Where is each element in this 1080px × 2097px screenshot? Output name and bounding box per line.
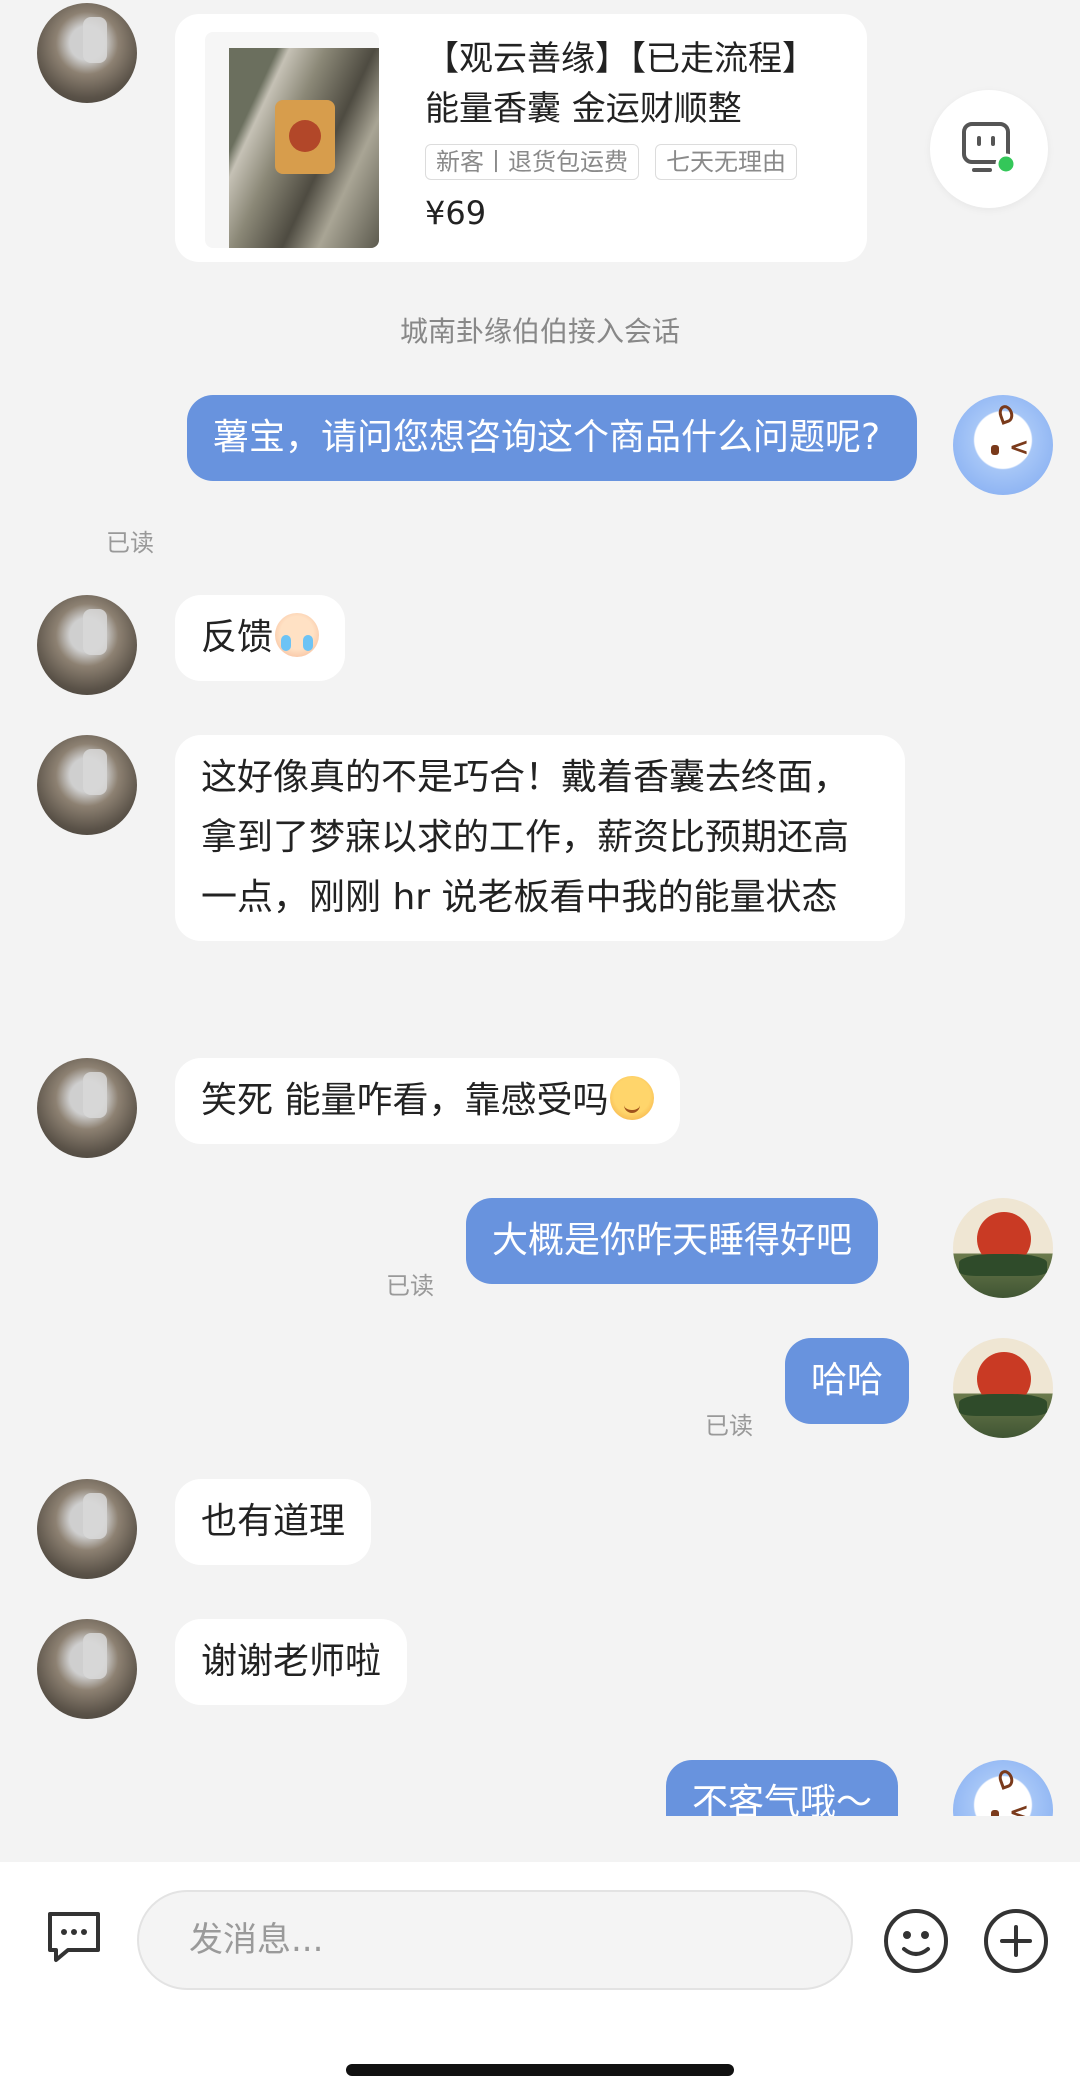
bot-avatar[interactable] [953, 1760, 1053, 1816]
bot-avatar[interactable] [953, 395, 1053, 495]
message-bubble-outgoing[interactable]: 哈哈 [785, 1338, 910, 1424]
customer-service-icon [962, 122, 1017, 175]
message-bubble-outgoing[interactable]: 大概是你昨天睡得好吧 [466, 1198, 879, 1284]
product-tag: 七天无理由 [655, 144, 797, 180]
message-bubble-outgoing[interactable]: 薯宝，请问您想咨询这个商品什么问题呢? [187, 395, 917, 481]
agent-avatar[interactable] [953, 1338, 1053, 1438]
user-avatar[interactable] [37, 1479, 137, 1579]
message-bubble-incoming[interactable]: 也有道理 [175, 1479, 372, 1565]
product-price: ¥69 [425, 194, 487, 232]
emoji-icon[interactable] [882, 1907, 950, 1975]
user-avatar[interactable] [37, 735, 137, 835]
product-tag: 新客丨退货包运费 [425, 144, 639, 180]
product-title: 【观云善缘】【已走流程】能量香囊 金运财顺整 [425, 39, 816, 129]
user-avatar[interactable] [37, 595, 137, 695]
message-bubble-incoming[interactable]: 这好像真的不是巧合！戴着香囊去终面，拿到了梦寐以求的工作，薪资比预期还高一点，刚… [175, 735, 905, 941]
message-bubble-incoming[interactable]: 谢谢老师啦 [175, 1619, 408, 1705]
read-status: 已读 [705, 1412, 753, 1440]
read-status: 已读 [106, 529, 154, 557]
message-text: 笑死 能量咋看，靠感受吗 [201, 1080, 609, 1121]
message-composer: 发消息... [0, 1862, 1080, 2097]
customer-service-button[interactable] [930, 90, 1048, 208]
message-icon[interactable] [44, 1906, 104, 1966]
message-bubble-incoming[interactable]: 反馈 [175, 595, 346, 681]
product-image [205, 32, 379, 248]
user-avatar[interactable] [37, 1619, 137, 1719]
user-avatar[interactable] [37, 1058, 137, 1158]
product-card[interactable]: 【观云善缘】【已走流程】能量香囊 金运财顺整 新客丨退货包运费 七天无理由 ¥6… [175, 14, 867, 262]
message-text: 反馈 [201, 617, 274, 658]
chat-area[interactable]: 【观云善缘】【已走流程】能量香囊 金运财顺整 新客丨退货包运费 七天无理由 ¥6… [0, 0, 1080, 1816]
message-input[interactable]: 发消息... [137, 1890, 853, 1990]
message-bubble-outgoing[interactable]: 不客气哦～ [666, 1760, 899, 1816]
home-indicator [346, 2064, 734, 2076]
crying-emoji-icon [275, 613, 320, 657]
plus-icon[interactable] [982, 1907, 1050, 1975]
system-notice: 城南卦缘伯伯接入会话 [399, 315, 680, 348]
agent-avatar[interactable] [953, 1198, 1053, 1298]
user-avatar[interactable] [37, 3, 137, 103]
read-status: 已读 [386, 1272, 434, 1300]
product-tags: 新客丨退货包运费 七天无理由 [425, 144, 797, 180]
grinning-emoji-icon [610, 1076, 655, 1120]
message-bubble-incoming[interactable]: 笑死 能量咋看，靠感受吗 [175, 1058, 681, 1144]
